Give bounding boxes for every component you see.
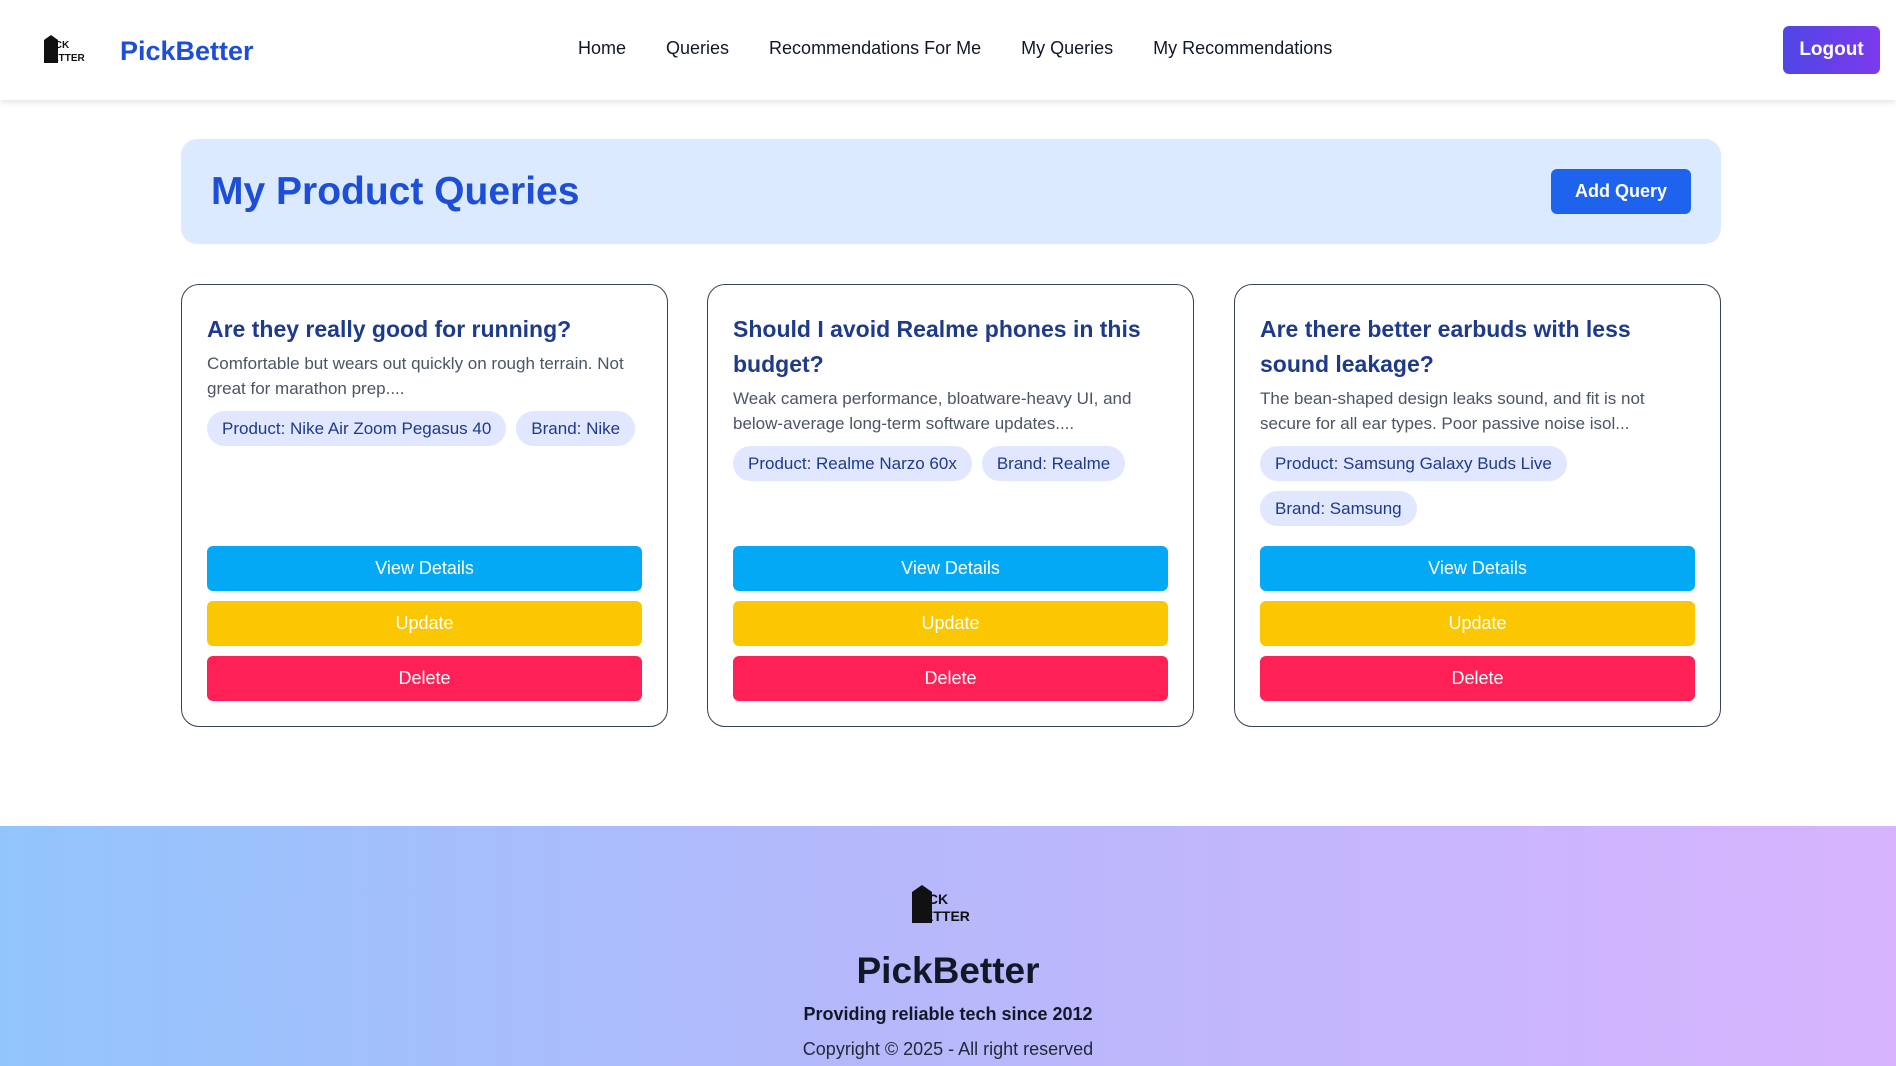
query-description: Weak camera performance, bloatware-heavy…	[733, 389, 1132, 433]
product-tag: Product: Realme Narzo 60x	[733, 446, 972, 481]
query-title: Should I avoid Realme phones in this bud…	[733, 316, 1141, 377]
view-details-button[interactable]: View Details	[1260, 546, 1695, 591]
svg-text:ICK: ICK	[924, 891, 948, 907]
product-tag: Product: Nike Air Zoom Pegasus 40	[207, 411, 507, 446]
delete-button[interactable]: Delete	[207, 656, 642, 701]
query-tags: Product: Samsung Galaxy Buds Live Brand:…	[1260, 446, 1700, 526]
query-card: Are they really good for running? Comfor…	[181, 284, 668, 727]
update-button[interactable]: Update	[1260, 601, 1695, 646]
add-query-button[interactable]: Add Query	[1551, 169, 1691, 214]
nav-links: Home Queries Recommendations For Me My Q…	[578, 38, 1332, 59]
query-tags: Product: Nike Air Zoom Pegasus 40 Brand:…	[207, 411, 647, 446]
brand-tag: Brand: Samsung	[1260, 491, 1417, 526]
query-description: The bean-shaped design leaks sound, and …	[1260, 389, 1645, 433]
footer: ICK ETTER PickBetter Providing reliable …	[0, 826, 1896, 1066]
brand-name[interactable]: PickBetter	[120, 36, 254, 67]
query-title: Are there better earbuds with less sound…	[1260, 316, 1631, 377]
pickbetter-logo-icon[interactable]: ICK ETTER	[42, 34, 90, 64]
query-card: Are there better earbuds with less sound…	[1234, 284, 1721, 727]
nav-link-my-queries[interactable]: My Queries	[1021, 38, 1113, 59]
page-title: My Product Queries	[211, 170, 580, 213]
query-card: Should I avoid Realme phones in this bud…	[707, 284, 1194, 727]
page-header-banner: My Product Queries Add Query	[181, 139, 1721, 244]
nav-link-queries[interactable]: Queries	[666, 38, 729, 59]
svg-text:ETTER: ETTER	[52, 53, 86, 64]
update-button[interactable]: Update	[733, 601, 1168, 646]
svg-text:ICK: ICK	[52, 40, 70, 51]
query-tags: Product: Realme Narzo 60x Brand: Realme	[733, 446, 1173, 481]
nav-link-my-recommendations[interactable]: My Recommendations	[1153, 38, 1332, 59]
footer-brand-name: PickBetter	[856, 950, 1040, 991]
query-description: Comfortable but wears out quickly on rou…	[207, 354, 624, 398]
brand-tag: Brand: Nike	[516, 411, 636, 446]
brand[interactable]: ICK ETTER PickBetter	[42, 34, 254, 66]
view-details-button[interactable]: View Details	[733, 546, 1168, 591]
brand-tag: Brand: Realme	[981, 446, 1126, 481]
navbar: ICK ETTER PickBetter Home Queries Recomm…	[0, 0, 1896, 100]
query-title: Are they really good for running?	[207, 316, 572, 342]
logout-button[interactable]: Logout	[1783, 26, 1880, 74]
footer-copyright: Copyright © 2025 - All right reserved	[802, 1039, 1094, 1059]
svg-text:ETTER: ETTER	[924, 908, 970, 924]
delete-button[interactable]: Delete	[1260, 656, 1695, 701]
delete-button[interactable]: Delete	[733, 656, 1168, 701]
product-tag: Product: Samsung Galaxy Buds Live	[1260, 446, 1567, 481]
footer-tagline: Providing reliable tech since 2012	[803, 1004, 1093, 1024]
view-details-button[interactable]: View Details	[207, 546, 642, 591]
nav-link-recommendations-for-me[interactable]: Recommendations For Me	[769, 38, 981, 59]
pickbetter-logo-icon: ICK ETTER	[910, 884, 980, 929]
update-button[interactable]: Update	[207, 601, 642, 646]
nav-link-home[interactable]: Home	[578, 38, 626, 59]
